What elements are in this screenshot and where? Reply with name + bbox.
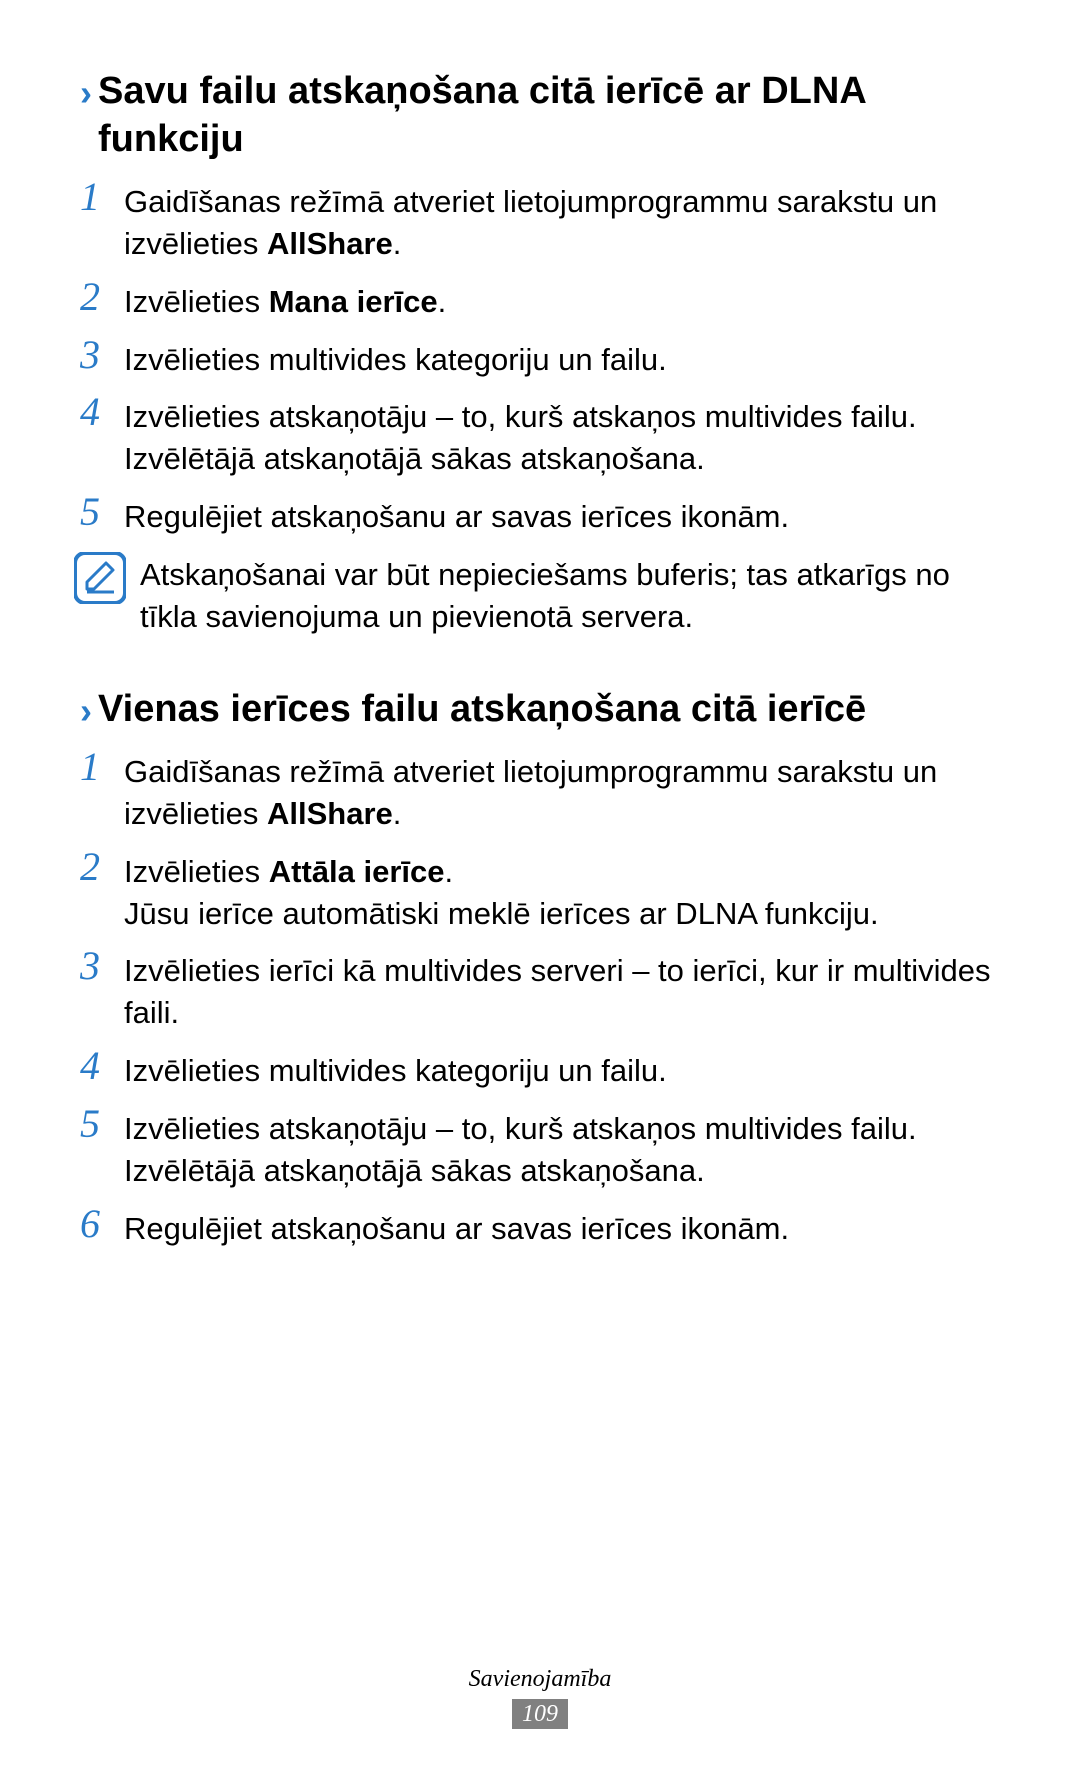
step-number: 4 [80, 1046, 124, 1086]
step-body: Gaidīšanas režīmā atveriet lietojumprogr… [124, 179, 1000, 265]
step-1-2: 2 Izvēlieties Mana ierīce. [80, 279, 1000, 323]
step-1-3: 3 Izvēlieties multivides kategoriju un f… [80, 337, 1000, 381]
step-number: 1 [80, 747, 124, 787]
page-footer: Savienojamība 109 [0, 1666, 1080, 1729]
step-number: 2 [80, 277, 124, 317]
heading-text-2: Vienas ierīces failu atskaņošana citā ie… [98, 686, 1000, 734]
footer-section-label: Savienojamība [0, 1666, 1080, 1693]
step-2-4: 4 Izvēlieties multivides kategoriju un f… [80, 1048, 1000, 1092]
step-2-5: 5 Izvēlieties atskaņotāju – to, kurš ats… [80, 1106, 1000, 1192]
step-2-3: 3 Izvēlieties ierīci kā multivides serve… [80, 948, 1000, 1034]
step-1-5: 5 Regulējiet atskaņošanu ar savas ierīce… [80, 494, 1000, 538]
step-number: 3 [80, 335, 124, 375]
step-body: Izvēlieties ierīci kā multivides serveri… [124, 948, 1000, 1034]
step-body: Izvēlieties atskaņotāju – to, kurš atska… [124, 394, 1000, 480]
step-number: 5 [80, 492, 124, 532]
section-heading-1: › Savu failu atskaņošana citā ierīcē ar … [80, 68, 1000, 163]
step-body: Izvēlieties atskaņotāju – to, kurš atska… [124, 1106, 1000, 1192]
step-number: 4 [80, 392, 124, 432]
step-body: Izvēlieties Mana ierīce. [124, 279, 1000, 323]
step-body: Regulējiet atskaņošanu ar savas ierīces … [124, 494, 1000, 538]
chevron-right-icon: › [80, 688, 92, 733]
chevron-right-icon: › [80, 70, 92, 115]
section-heading-2: › Vienas ierīces failu atskaņošana citā … [80, 686, 1000, 734]
step-2-6: 6 Regulējiet atskaņošanu ar savas ierīce… [80, 1206, 1000, 1250]
step-body: Regulējiet atskaņošanu ar savas ierīces … [124, 1206, 1000, 1250]
step-2-1: 1 Gaidīšanas režīmā atveriet lietojumpro… [80, 749, 1000, 835]
step-body: Gaidīšanas režīmā atveriet lietojumprogr… [124, 749, 1000, 835]
step-2-2: 2 Izvēlieties Attāla ierīce. Jūsu ierīce… [80, 849, 1000, 935]
step-number: 3 [80, 946, 124, 986]
note-text: Atskaņošanai var būt nepieciešams buferi… [140, 552, 1000, 638]
step-body: Izvēlieties Attāla ierīce. Jūsu ierīce a… [124, 849, 1000, 935]
step-number: 2 [80, 847, 124, 887]
page-number: 109 [512, 1699, 568, 1729]
step-body: Izvēlieties multivides kategoriju un fai… [124, 337, 1000, 381]
step-1-4: 4 Izvēlieties atskaņotāju – to, kurš ats… [80, 394, 1000, 480]
step-body: Izvēlieties multivides kategoriju un fai… [124, 1048, 1000, 1092]
step-1-1: 1 Gaidīšanas režīmā atveriet lietojumpro… [80, 179, 1000, 265]
step-number: 6 [80, 1204, 124, 1244]
heading-text-1: Savu failu atskaņošana citā ierīcē ar DL… [98, 68, 1000, 163]
note-row: Atskaņošanai var būt nepieciešams buferi… [80, 552, 1000, 638]
step-number: 1 [80, 177, 124, 217]
note-icon [74, 552, 126, 604]
step-number: 5 [80, 1104, 124, 1144]
